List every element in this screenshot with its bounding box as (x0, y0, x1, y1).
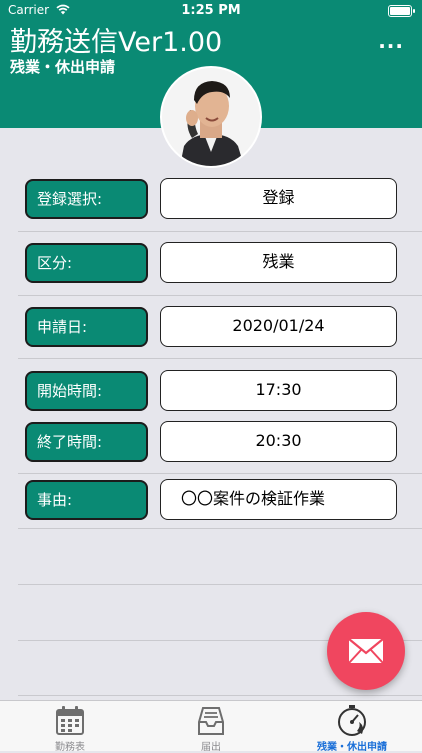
calendar-icon (56, 706, 84, 735)
tab-timesheet[interactable]: 勤務表 (0, 701, 140, 753)
tab-notifications[interactable]: 届出 (141, 701, 281, 753)
application-date-field[interactable]: 2020/01/24 (160, 306, 397, 347)
tab-label: 勤務表 (55, 742, 85, 753)
start-time-field[interactable]: 17:30 (160, 370, 397, 411)
reason-label: 事由: (25, 480, 148, 520)
tab-label: 届出 (201, 742, 221, 753)
start-time-label: 開始時間: (25, 371, 148, 411)
clock: 1:25 PM (181, 3, 241, 18)
stopwatch-icon (338, 705, 366, 736)
divider (18, 695, 422, 696)
tab-overtime-request[interactable]: 残業・休出申請 (282, 701, 422, 753)
category-field[interactable]: 残業 (160, 242, 397, 283)
reason-field[interactable]: 〇〇案件の検証作業 (160, 479, 397, 520)
end-time-label: 終了時間: (25, 422, 148, 462)
page-subtitle: 残業・休出申請 (10, 58, 116, 76)
application-date-label: 申請日: (25, 307, 148, 347)
more-options-button[interactable]: ··· (378, 34, 404, 58)
divider (18, 528, 422, 529)
inbox-tray-icon (198, 707, 224, 735)
end-time-field[interactable]: 20:30 (160, 421, 397, 462)
tab-bar: 勤務表 届出 残業・休出申請 (0, 700, 422, 753)
divider (18, 473, 422, 474)
send-mail-button[interactable] (327, 612, 405, 690)
divider (18, 584, 422, 585)
status-bar: Carrier 1:25 PM (0, 0, 422, 22)
envelope-icon (348, 638, 384, 664)
app-title: 勤務送信Ver1.00 (10, 27, 223, 58)
divider (18, 295, 422, 296)
registration-select-field[interactable]: 登録 (160, 178, 397, 219)
divider (18, 358, 422, 359)
divider (18, 231, 422, 232)
registration-select-label: 登録選択: (25, 179, 148, 219)
tab-label: 残業・休出申請 (317, 742, 387, 753)
category-label: 区分: (25, 243, 148, 283)
battery-icon (388, 5, 415, 17)
